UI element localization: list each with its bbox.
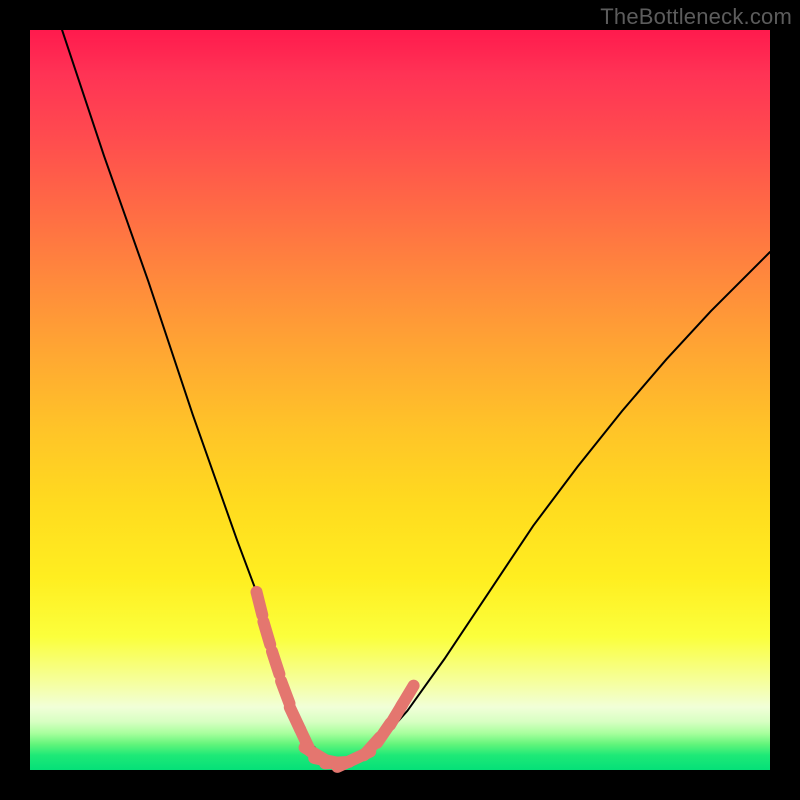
marker-dashes: [257, 592, 414, 767]
marker-dash: [272, 651, 279, 674]
marker-dash: [281, 681, 289, 703]
chart-root: TheBottleneck.com: [0, 0, 800, 800]
series-curve: [60, 23, 770, 763]
chart-overlay: [30, 30, 770, 770]
watermark-text: TheBottleneck.com: [600, 4, 792, 30]
marker-dash: [263, 622, 270, 645]
marker-dash: [257, 592, 263, 615]
